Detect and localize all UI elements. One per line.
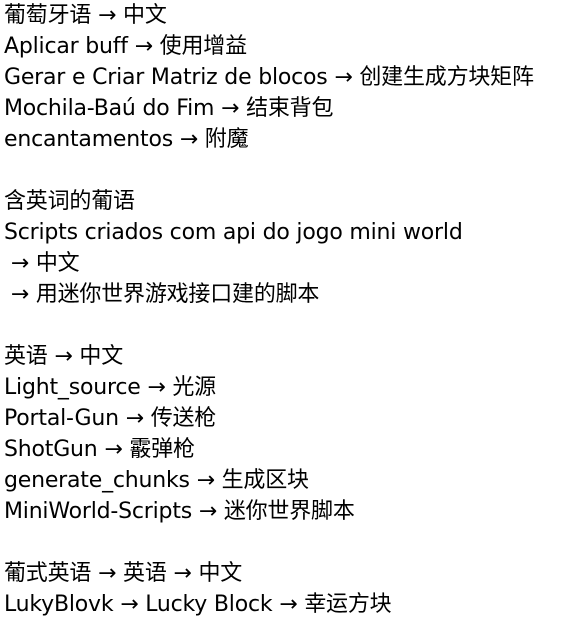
translation-line-miniworld-scripts: MiniWorld-Scripts → 迷你世界脚本 [4,499,355,524]
translation-line-scripts: Scripts criados com api do jogo mini wor… [4,220,463,245]
translation-line-gerar-matriz: Gerar e Criar Matriz de blocos → 创建生成方块矩… [4,65,534,90]
heading-english-to-chinese: 英语 → 中文 [4,344,124,369]
translation-notes: 葡萄牙语 → 中文 Aplicar buff → 使用增益 Gerar e Cr… [4,0,578,620]
translation-line-encantamentos: encantamentos → 附魔 [4,127,249,152]
translation-line-generate-chunks: generate_chunks → 生成区块 [4,468,309,493]
translation-line-light-source: Light_source → 光源 [4,375,216,400]
translation-line-shotgun: ShotGun → 霰弹枪 [4,437,195,462]
translation-line-lucky-block: LukyBlovk → Lucky Block → 幸运方块 [4,592,392,617]
translation-line-mochila: Mochila-Baú do Fim → 结束背包 [4,96,334,121]
translation-line-portal-gun: Portal-Gun → 传送枪 [4,406,217,431]
heading-portuguese-to-chinese: 葡萄牙语 → 中文 [4,3,167,28]
heading-portuguese-with-english: 含英词的葡语 [4,189,135,214]
heading-portuguese-english-chain: 葡式英语 → 英语 → 中文 [4,561,243,586]
translation-line-scripts-arrow-2: → 用迷你世界游戏接口建的脚本 [4,282,320,307]
translation-line-scripts-arrow-1: → 中文 [4,251,80,276]
translation-line-aplicar-buff: Aplicar buff → 使用增益 [4,34,247,59]
